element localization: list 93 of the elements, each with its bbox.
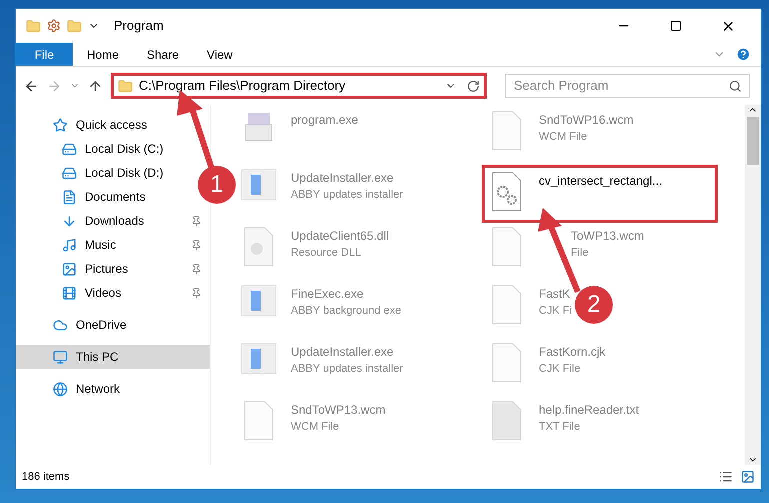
file-icon — [492, 343, 522, 383]
sidebar-item[interactable]: Videos — [62, 281, 210, 305]
window-title: Program — [114, 17, 165, 36]
sidebar-item[interactable]: Pictures — [62, 257, 210, 281]
file-item[interactable]: FineExec.exe ABBY background exe — [239, 281, 402, 339]
file-name: FineExec.exe — [291, 286, 365, 303]
maximize-icon — [670, 20, 682, 32]
search-field[interactable]: Search Program — [505, 74, 750, 98]
drive-icon — [62, 142, 77, 156]
file-type: File — [571, 246, 590, 261]
sidebar-item[interactable]: Documents — [62, 185, 150, 209]
pin-icon[interactable] — [191, 264, 202, 274]
file-item[interactable]: FastKorn.cjk CJK File — [487, 339, 606, 397]
cloud-icon — [53, 318, 68, 332]
file-type: ABBY background exe — [291, 304, 402, 319]
item-count: 186 items — [22, 470, 71, 485]
sidebar-item[interactable]: Network — [53, 377, 124, 401]
file-item[interactable]: program.exe — [239, 107, 358, 165]
file-item[interactable]: UpdateClient65.dll Resource DLL — [239, 223, 390, 281]
file-name: help.fineReader.txt — [539, 402, 640, 419]
scroll-thumb[interactable] — [747, 117, 759, 165]
settings-file-icon — [244, 227, 274, 267]
music-icon — [62, 238, 77, 252]
file-type: CJK Fi — [539, 304, 572, 319]
pin-icon[interactable] — [191, 288, 202, 298]
file-name: program.exe — [291, 112, 358, 129]
ribbon-tab[interactable]: View — [193, 43, 247, 66]
document-icon — [62, 190, 77, 204]
details-view-icon[interactable] — [719, 470, 733, 484]
file-item[interactable]: SndToWP13.wcm WCM File — [239, 397, 386, 455]
sidebar-item[interactable]: This PC — [16, 345, 210, 369]
file-name: ToWP13.wcm — [571, 228, 644, 245]
scrollbar[interactable] — [745, 105, 761, 465]
installer-icon — [244, 111, 274, 143]
sidebar-item[interactable]: OneDrive — [53, 313, 131, 337]
file-icon — [492, 227, 522, 267]
picture-icon — [62, 262, 77, 276]
file-name: cv_intersect_rectangl... — [539, 173, 662, 190]
folder-icon — [118, 78, 133, 94]
help-icon[interactable] — [736, 47, 751, 62]
address-path: C:\Program Files\Program Directory — [139, 77, 347, 96]
application-icon — [241, 343, 277, 375]
drive-icon — [62, 166, 77, 180]
file-type: TXT File — [539, 420, 582, 435]
file-name: FastKorn.cjk — [539, 344, 606, 361]
file-type: CJK File — [539, 362, 582, 377]
file-name: FastK — [539, 286, 572, 303]
file-name: UpdateClient65.dll — [291, 228, 390, 245]
file-name: UpdateInstaller.exe — [291, 170, 395, 187]
file-icon — [244, 401, 274, 441]
pin-icon[interactable] — [191, 240, 202, 250]
ribbon-tab[interactable]: Home — [73, 43, 134, 66]
file-type: Resource DLL — [291, 246, 362, 261]
refresh-icon[interactable] — [467, 80, 480, 92]
file-item[interactable]: FastK CJK Fi — [487, 281, 572, 339]
file-icon — [492, 285, 522, 325]
sidebar-item[interactable]: Local Disk (D:) — [62, 161, 168, 185]
ribbon-tab[interactable]: Share — [133, 43, 194, 66]
search-icon[interactable] — [729, 80, 742, 93]
application-icon — [241, 285, 277, 317]
file-item[interactable]: UpdateInstaller.exe ABBY updates installer — [239, 339, 404, 397]
sidebar-item[interactable]: Quick access — [53, 113, 152, 137]
file-item[interactable]: help.fineReader.txt TXT File — [487, 397, 640, 455]
file-icon — [492, 111, 522, 151]
pin-icon[interactable] — [191, 216, 202, 226]
file-name: UpdateInstaller.exe — [291, 344, 395, 361]
film-icon — [62, 286, 77, 300]
application-icon — [241, 169, 277, 201]
file-type: WCM File — [539, 130, 588, 145]
sidebar-item[interactable]: Local Disk (C:) — [62, 137, 168, 161]
file-type: WCM File — [291, 420, 340, 435]
up-icon[interactable] — [88, 78, 103, 94]
file-name: SndToWP13.wcm — [291, 402, 386, 419]
star-icon — [53, 118, 68, 132]
sidebar-item[interactable]: Downloads — [62, 209, 210, 233]
file-item[interactable]: UpdateInstaller.exe ABBY updates installer — [239, 165, 404, 223]
file-type: ABBY updates installer — [291, 188, 404, 203]
file-type: ABBY updates installer — [291, 362, 404, 377]
text-file-icon — [492, 401, 522, 441]
file-item[interactable]: cv_intersect_rectangl... — [482, 165, 718, 223]
monitor-icon — [53, 350, 68, 364]
large-icons-view-icon[interactable] — [741, 470, 755, 484]
address-bar[interactable]: C:\Program Files\Program Directory — [111, 73, 487, 99]
file-item[interactable]: SndToWP16.wcm WCM File — [487, 107, 634, 165]
globe-icon — [53, 382, 68, 396]
properties-icon[interactable] — [47, 19, 61, 33]
download-icon — [62, 214, 77, 228]
file-item[interactable]: ToWP13.wcm File — [487, 223, 644, 281]
file-name: SndToWP16.wcm — [539, 112, 634, 129]
ribbon-tab[interactable]: File — [16, 43, 73, 66]
sidebar-item[interactable]: Music — [62, 233, 210, 257]
back-icon[interactable] — [24, 78, 39, 94]
gear-file-icon — [492, 172, 522, 212]
